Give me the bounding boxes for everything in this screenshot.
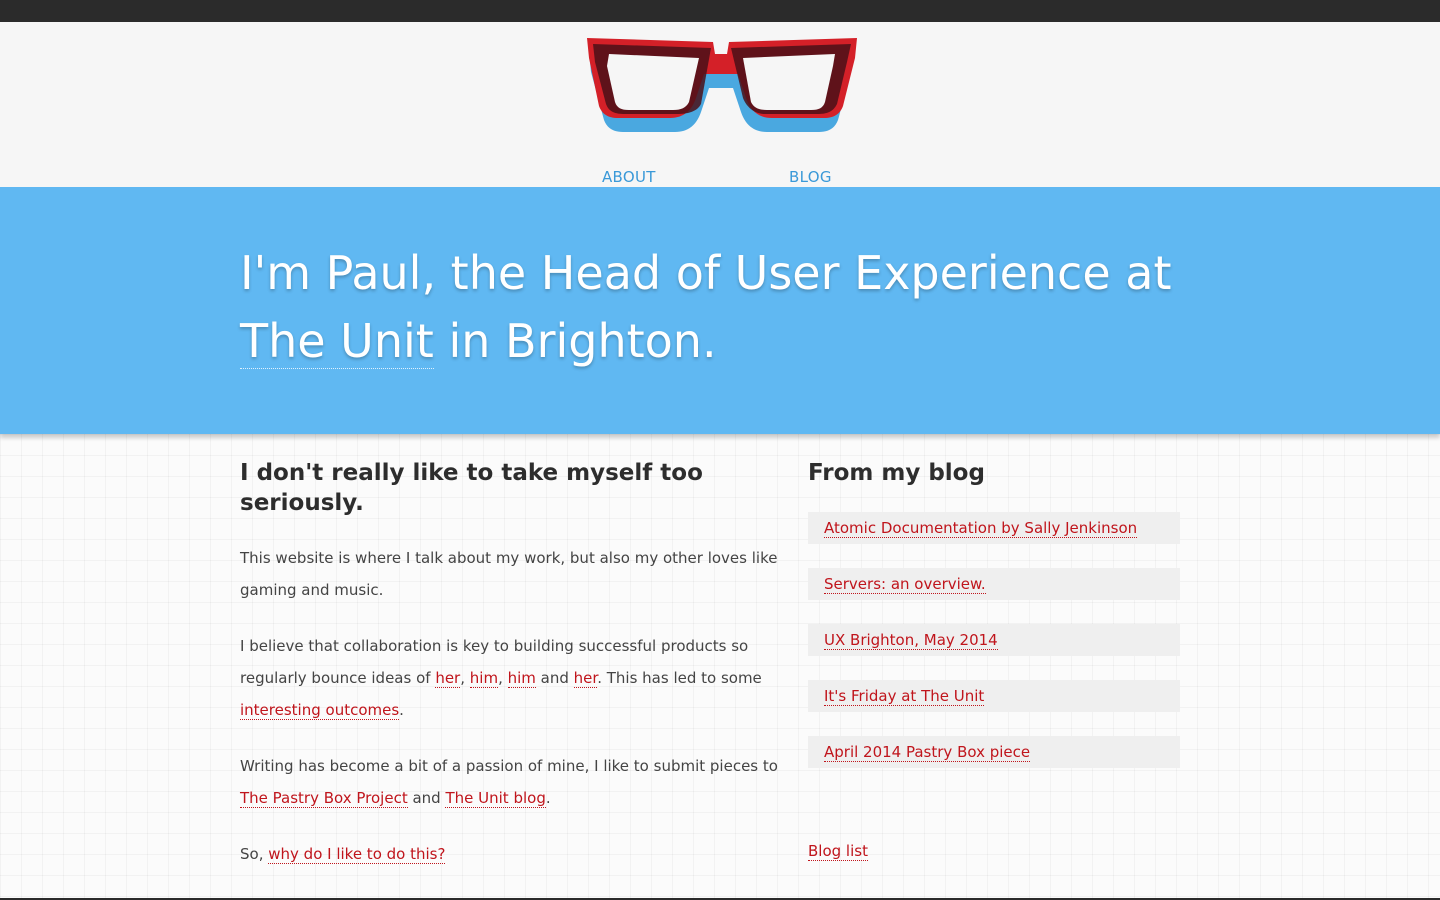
pastry-box-link[interactable]: The Pastry Box Project: [240, 789, 408, 808]
hero-intro-text: I'm Paul, the Head of User Experience at: [240, 246, 1172, 300]
site-header: ABOUT BLOG: [0, 22, 1440, 187]
person-link-3[interactable]: him: [507, 669, 536, 688]
blog-post-link[interactable]: It's Friday at The Unit: [824, 687, 985, 706]
hero-heading: I'm Paul, the Head of User Experience at…: [240, 239, 1230, 375]
p3-and-text: and: [407, 789, 446, 807]
about-paragraph-3: Writing has become a bit of a passion of…: [240, 750, 790, 814]
about-paragraph-1: This website is where I talk about my wo…: [240, 549, 778, 599]
person-link-4[interactable]: her: [573, 669, 598, 688]
about-section: I don't really like to take myself too s…: [240, 458, 790, 894]
main-content: I don't really like to take myself too s…: [0, 434, 1440, 900]
list-item: Atomic Documentation by Sally Jenkinson: [808, 512, 1180, 544]
interesting-outcomes-link[interactable]: interesting outcomes: [240, 701, 400, 720]
p2-separator: ,: [498, 669, 508, 687]
person-link-2[interactable]: him: [469, 669, 499, 688]
blog-post-link[interactable]: Servers: an overview.: [824, 575, 986, 594]
list-item: It's Friday at The Unit: [808, 680, 1180, 712]
glasses-logo-icon[interactable]: [583, 32, 859, 132]
hero-company-link[interactable]: The Unit: [240, 314, 434, 369]
p2-separator: ,: [460, 669, 470, 687]
why-link[interactable]: why do I like to do this?: [268, 845, 446, 864]
blog-section: From my blog Atomic Documentation by Sal…: [808, 458, 1180, 861]
list-item: Servers: an overview.: [808, 568, 1180, 600]
p2-period: .: [399, 701, 404, 719]
p3-start-text: Writing has become a bit of a passion of…: [240, 757, 778, 775]
unit-blog-link[interactable]: The Unit blog: [445, 789, 546, 808]
list-item: April 2014 Pastry Box piece: [808, 736, 1180, 768]
person-link-1[interactable]: her: [435, 669, 461, 688]
blog-post-link[interactable]: Atomic Documentation by Sally Jenkinson: [824, 519, 1138, 538]
blog-post-link[interactable]: UX Brighton, May 2014: [824, 631, 998, 650]
hero-banner: I'm Paul, the Head of User Experience at…: [0, 187, 1440, 434]
blog-heading: From my blog: [808, 460, 985, 486]
about-heading: I don't really like to take myself too s…: [240, 460, 703, 516]
list-item: UX Brighton, May 2014: [808, 624, 1180, 656]
about-paragraph-2: I believe that collaboration is key to b…: [240, 630, 790, 726]
hero-suffix-text: in Brighton.: [433, 314, 717, 368]
main-nav: ABOUT BLOG: [0, 168, 1440, 188]
p2-end-text: . This has led to some: [597, 669, 762, 687]
top-bar: [0, 0, 1440, 22]
p3-period: .: [545, 789, 551, 807]
blog-post-link[interactable]: April 2014 Pastry Box piece: [824, 743, 1031, 762]
blog-list-link[interactable]: Blog list: [808, 842, 868, 861]
p2-and-text: and: [535, 669, 574, 687]
nav-about-link[interactable]: ABOUT: [602, 168, 656, 186]
nav-blog-link[interactable]: BLOG: [789, 168, 832, 186]
blog-post-list: Atomic Documentation by Sally Jenkinson …: [808, 512, 1180, 768]
about-paragraph-4: So, why do I like to do this?: [240, 838, 790, 870]
p4-start-text: So,: [240, 845, 269, 863]
